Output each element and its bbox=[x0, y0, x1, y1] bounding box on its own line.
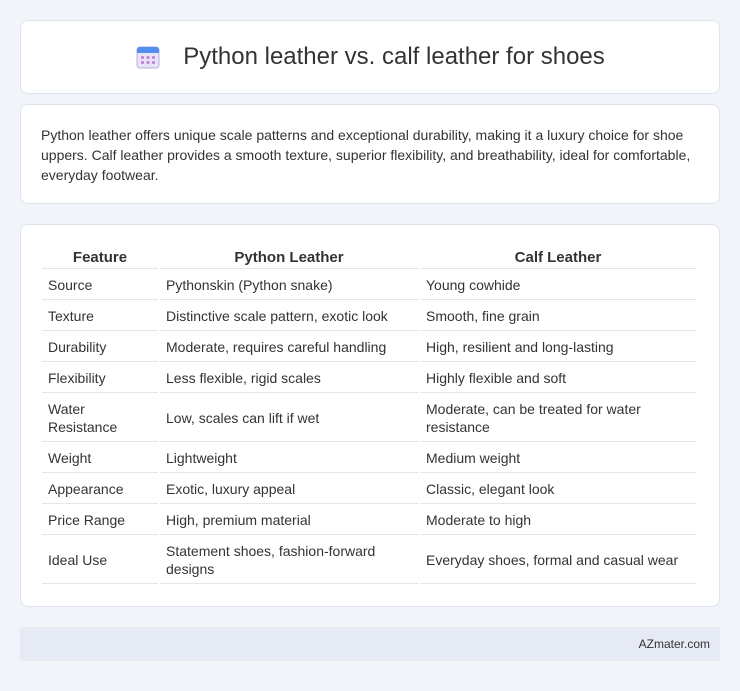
cell-feature: Water Resistance bbox=[42, 395, 158, 442]
cell-python: Less flexible, rigid scales bbox=[160, 364, 418, 393]
cell-python: Distinctive scale pattern, exotic look bbox=[160, 302, 418, 331]
footer: AZmater.com bbox=[20, 627, 720, 661]
table-row: Ideal Use Statement shoes, fashion-forwa… bbox=[42, 537, 696, 584]
cell-feature: Durability bbox=[42, 333, 158, 362]
cell-calf: Highly flexible and soft bbox=[420, 364, 696, 393]
table-row: Appearance Exotic, luxury appeal Classic… bbox=[42, 475, 696, 504]
cell-feature: Price Range bbox=[42, 506, 158, 535]
cell-calf: High, resilient and long-lasting bbox=[420, 333, 696, 362]
table-row: Water Resistance Low, scales can lift if… bbox=[42, 395, 696, 442]
header-calf-leather: Calf Leather bbox=[420, 245, 696, 269]
cell-feature: Weight bbox=[42, 444, 158, 473]
cell-feature: Ideal Use bbox=[42, 537, 158, 584]
table-row: Price Range High, premium material Moder… bbox=[42, 506, 696, 535]
cell-calf: Moderate to high bbox=[420, 506, 696, 535]
footer-brand[interactable]: AZmater.com bbox=[639, 637, 710, 651]
table-row: Durability Moderate, requires careful ha… bbox=[42, 333, 696, 362]
cell-python: High, premium material bbox=[160, 506, 418, 535]
cell-feature: Flexibility bbox=[42, 364, 158, 393]
cell-python: Moderate, requires careful handling bbox=[160, 333, 418, 362]
cell-python: Lightweight bbox=[160, 444, 418, 473]
calendar-icon bbox=[135, 44, 161, 70]
title-card: Python leather vs. calf leather for shoe… bbox=[20, 20, 720, 94]
table-row: Texture Distinctive scale pattern, exoti… bbox=[42, 302, 696, 331]
cell-calf: Classic, elegant look bbox=[420, 475, 696, 504]
cell-python: Pythonskin (Python snake) bbox=[160, 271, 418, 300]
table-header-row: Feature Python Leather Calf Leather bbox=[42, 245, 696, 269]
comparison-table: Feature Python Leather Calf Leather Sour… bbox=[40, 243, 698, 586]
cell-calf: Moderate, can be treated for water resis… bbox=[420, 395, 696, 442]
cell-python: Exotic, luxury appeal bbox=[160, 475, 418, 504]
cell-python: Statement shoes, fashion-forward designs bbox=[160, 537, 418, 584]
cell-python: Low, scales can lift if wet bbox=[160, 395, 418, 442]
cell-feature: Source bbox=[42, 271, 158, 300]
cell-feature: Appearance bbox=[42, 475, 158, 504]
comparison-card: Feature Python Leather Calf Leather Sour… bbox=[20, 224, 720, 607]
cell-calf: Young cowhide bbox=[420, 271, 696, 300]
table-row: Source Pythonskin (Python snake) Young c… bbox=[42, 271, 696, 300]
header-python-leather: Python Leather bbox=[160, 245, 418, 269]
intro-card: Python leather offers unique scale patte… bbox=[20, 104, 720, 204]
table-row: Flexibility Less flexible, rigid scales … bbox=[42, 364, 696, 393]
cell-calf: Medium weight bbox=[420, 444, 696, 473]
intro-text: Python leather offers unique scale patte… bbox=[41, 127, 691, 183]
cell-calf: Everyday shoes, formal and casual wear bbox=[420, 537, 696, 584]
cell-calf: Smooth, fine grain bbox=[420, 302, 696, 331]
table-row: Weight Lightweight Medium weight bbox=[42, 444, 696, 473]
header-feature: Feature bbox=[42, 245, 158, 269]
page-title: Python leather vs. calf leather for shoe… bbox=[183, 43, 605, 70]
cell-feature: Texture bbox=[42, 302, 158, 331]
